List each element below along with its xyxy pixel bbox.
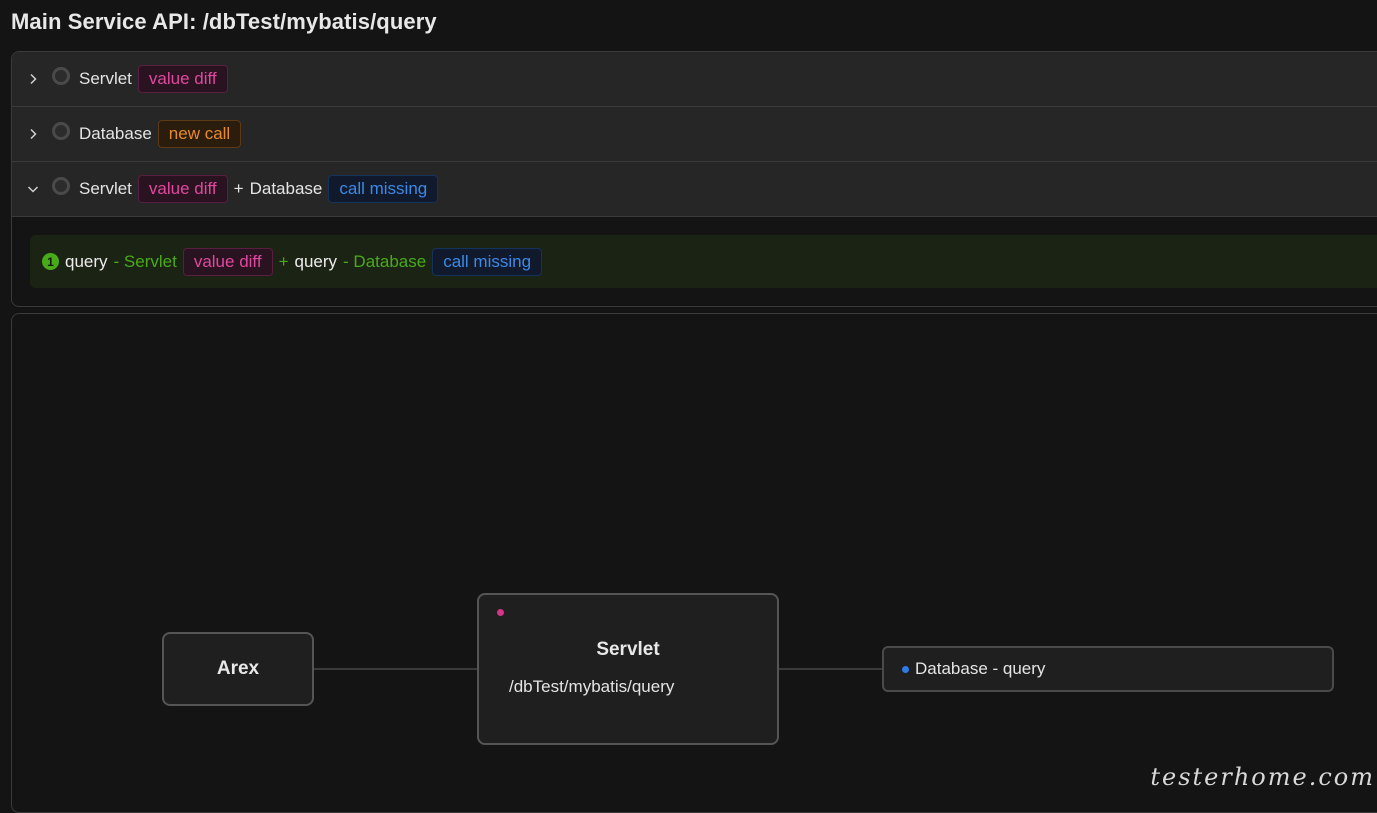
node-arex[interactable]: Arex bbox=[162, 632, 314, 706]
node-servlet[interactable]: Servlet /dbTest/mybatis/query bbox=[477, 593, 779, 745]
scene-op-1: query bbox=[65, 252, 108, 272]
call-missing-tag: call missing bbox=[432, 248, 542, 276]
edge-arex-servlet bbox=[314, 668, 477, 670]
node-servlet-path: /dbTest/mybatis/query bbox=[509, 677, 674, 697]
node-database-label: Database - query bbox=[915, 659, 1045, 679]
plus-separator: + bbox=[234, 179, 244, 199]
flow-canvas[interactable]: Arex Servlet /dbTest/mybatis/query Datab… bbox=[11, 313, 1377, 813]
value-diff-tag: value diff bbox=[138, 65, 228, 93]
call-missing-tag: call missing bbox=[328, 175, 438, 203]
status-ring-icon bbox=[52, 122, 70, 140]
new-call-tag: new call bbox=[158, 120, 241, 148]
value-diff-tag: value diff bbox=[138, 175, 228, 203]
chevron-right-icon[interactable] bbox=[26, 127, 40, 141]
scene-category-2: - Database bbox=[343, 252, 426, 272]
page-title: Main Service API: /dbTest/mybatis/query bbox=[11, 9, 437, 35]
scene-item[interactable]: 1 query - Servlet value diff + query - D… bbox=[30, 235, 1377, 288]
issue-label: Servlet bbox=[79, 179, 132, 199]
chevron-right-icon[interactable] bbox=[26, 72, 40, 86]
edge-servlet-database bbox=[779, 668, 882, 670]
scene-op-2: query bbox=[295, 252, 338, 272]
value-diff-tag: value diff bbox=[183, 248, 273, 276]
issue-label-2: Database bbox=[250, 179, 323, 199]
node-servlet-title: Servlet bbox=[479, 639, 777, 661]
issue-row-servlet[interactable]: Servlet value diff bbox=[12, 52, 1377, 107]
issue-label: Servlet bbox=[79, 69, 132, 89]
issue-panel-body: 1 query - Servlet value diff + query - D… bbox=[12, 217, 1377, 288]
node-database-query[interactable]: Database - query bbox=[882, 646, 1334, 692]
scene-index-badge: 1 bbox=[42, 253, 59, 270]
diff-collapse: Servlet value diff Database new call Ser… bbox=[11, 51, 1377, 307]
status-dot-icon bbox=[902, 666, 909, 673]
node-arex-label: Arex bbox=[217, 658, 259, 680]
issue-row-database[interactable]: Database new call bbox=[12, 107, 1377, 162]
status-dot-icon bbox=[497, 609, 504, 616]
chevron-down-icon[interactable] bbox=[26, 182, 40, 196]
watermark: testerhome.com bbox=[1150, 763, 1375, 791]
scene-category-1: - Servlet bbox=[114, 252, 177, 272]
status-ring-icon bbox=[52, 67, 70, 85]
issue-row-servlet-database[interactable]: Servlet value diff + Database call missi… bbox=[12, 162, 1377, 217]
issue-label: Database bbox=[79, 124, 152, 144]
plus-separator: + bbox=[279, 252, 289, 272]
status-ring-icon bbox=[52, 177, 70, 195]
